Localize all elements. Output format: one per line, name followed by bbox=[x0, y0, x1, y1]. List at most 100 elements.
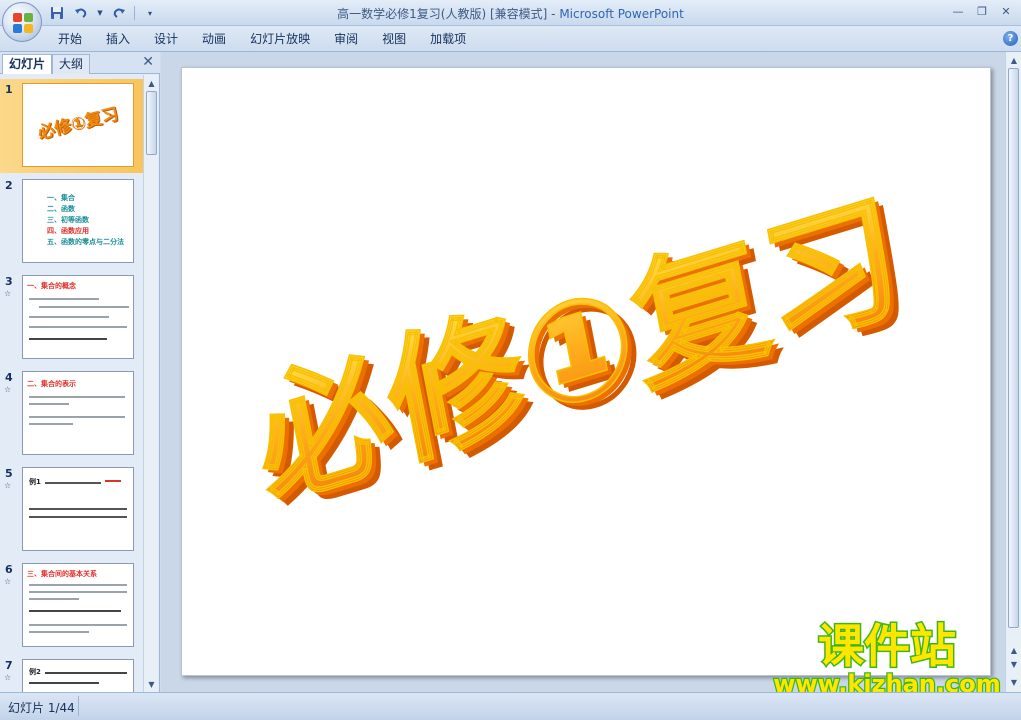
slide-thumbnail-2[interactable]: 一、集合 二、函数 三、初等函数 四、函数应用 五、函数的零点与二分法 bbox=[22, 179, 134, 263]
ribbon-tabs: 开始 插入 设计 动画 幻灯片放映 审阅 视图 加载项 ? bbox=[0, 26, 1021, 52]
text-line bbox=[39, 306, 129, 308]
document-title: 高一数学必修1复习(人教版) [兼容模式] bbox=[337, 7, 548, 21]
text-line bbox=[29, 396, 125, 398]
slide-thumbnail-5[interactable]: 例1 bbox=[22, 467, 134, 551]
scroll-down-icon[interactable]: ▼ bbox=[145, 677, 158, 691]
animation-star-icon: ☆ bbox=[4, 289, 12, 298]
close-button[interactable]: ✕ bbox=[995, 2, 1017, 20]
tab-insert[interactable]: 插入 bbox=[94, 26, 142, 52]
title-separator: - bbox=[547, 7, 560, 21]
tab-animations[interactable]: 动画 bbox=[190, 26, 238, 52]
animation-star-icon: ☆ bbox=[4, 481, 12, 490]
restore-button[interactable]: ❐ bbox=[971, 2, 993, 20]
text-line bbox=[29, 338, 107, 340]
wordart-face: 必修①复习 bbox=[243, 174, 913, 528]
toc-item-3: 三、初等函数 bbox=[47, 216, 89, 224]
thumbnail-row-1[interactable]: 1 必修①复习 bbox=[0, 79, 143, 173]
text-line bbox=[29, 508, 127, 510]
text-line bbox=[29, 624, 127, 626]
text-line bbox=[29, 591, 127, 593]
animation-star-icon: ☆ bbox=[4, 673, 12, 682]
thumbnail-number: 6 bbox=[5, 563, 13, 576]
text-line bbox=[29, 416, 125, 418]
text-line bbox=[29, 316, 109, 318]
thumbnail-heading: 二、集合的表示 bbox=[27, 380, 76, 388]
slides-pane-scrollbar[interactable]: ▲ ▼ bbox=[143, 75, 158, 692]
tab-home[interactable]: 开始 bbox=[46, 26, 94, 52]
text-line bbox=[45, 482, 101, 484]
thumbnail-heading: 一、集合的概念 bbox=[27, 282, 76, 290]
thumbnail-row-3[interactable]: 3 ☆ 一、集合的概念 bbox=[0, 271, 143, 365]
thumbnail-heading: 例2 bbox=[29, 668, 41, 676]
tab-design[interactable]: 设计 bbox=[142, 26, 190, 52]
thumbnail-number: 2 bbox=[5, 179, 13, 192]
text-line bbox=[29, 423, 73, 425]
thumbnail-number: 5 bbox=[5, 467, 13, 480]
watermark-name: 课件站 bbox=[818, 619, 956, 673]
thumbnail-row-5[interactable]: 5 ☆ 例1 bbox=[0, 463, 143, 557]
thumbnail-row-6[interactable]: 6 ☆ 三、集合间的基本关系 bbox=[0, 559, 143, 653]
minimize-button[interactable]: — bbox=[947, 2, 969, 20]
tab-addins[interactable]: 加载项 bbox=[418, 26, 478, 52]
thumbnail-number: 1 bbox=[5, 83, 13, 96]
toc-item-1: 一、集合 bbox=[47, 194, 75, 202]
office-button[interactable] bbox=[2, 2, 42, 42]
text-line bbox=[29, 631, 89, 633]
scroll-up-icon[interactable]: ▲ bbox=[145, 76, 158, 90]
tab-outline[interactable]: 大纲 bbox=[52, 54, 91, 74]
thumbnail-title: 必修①复习 bbox=[35, 104, 121, 144]
tab-slides[interactable]: 幻灯片 bbox=[2, 54, 53, 74]
thumbnail-list: 1 必修①复习 2 一、集合 二、函数 三、初等函数 四、函数应用 五、函数的零… bbox=[0, 75, 143, 692]
wordart-title[interactable]: 必修①复习 必修①复习 必修①复习 bbox=[182, 68, 992, 677]
text-line bbox=[29, 584, 127, 586]
toc-item-2: 二、函数 bbox=[47, 205, 75, 213]
pane-close-icon[interactable]: ✕ bbox=[142, 54, 154, 70]
scroll-up-icon[interactable]: ▲ bbox=[1007, 54, 1021, 66]
animation-star-icon: ☆ bbox=[4, 385, 12, 394]
text-line bbox=[29, 403, 69, 405]
thumbnail-row-4[interactable]: 4 ☆ 二、集合的表示 bbox=[0, 367, 143, 461]
slide-editing-area: 必修①复习 必修①复习 必修①复习 ▲ ▲ ▼ ▼ bbox=[161, 52, 1021, 692]
title-bar: ▼ ▾ 高一数学必修1复习(人教版) [兼容模式] - Microsoft Po… bbox=[0, 0, 1021, 26]
toc-item-4: 四、函数应用 bbox=[47, 227, 89, 235]
thumbnail-number: 3 bbox=[5, 275, 13, 288]
scrollbar-thumb[interactable] bbox=[146, 91, 157, 155]
text-line bbox=[29, 682, 99, 684]
thumbnail-row-7[interactable]: 7 ☆ 例2 bbox=[0, 655, 143, 692]
text-line bbox=[105, 480, 121, 482]
tab-list: 开始 插入 设计 动画 幻灯片放映 审阅 视图 加载项 bbox=[46, 26, 478, 52]
slide-counter: 幻灯片 1/44 bbox=[8, 701, 75, 715]
pane-tabs: 幻灯片 大纲 ✕ bbox=[0, 52, 160, 74]
status-separator bbox=[78, 696, 79, 716]
app-name: Microsoft PowerPoint bbox=[559, 7, 684, 21]
slide-thumbnail-1[interactable]: 必修①复习 bbox=[22, 83, 134, 167]
window-controls: — ❐ ✕ bbox=[947, 2, 1017, 20]
slides-pane: 幻灯片 大纲 ✕ 1 必修①复习 2 一、集合 二、函数 三、初等函数 四、函数… bbox=[0, 52, 160, 692]
tab-review[interactable]: 审阅 bbox=[322, 26, 370, 52]
thumbnail-heading: 三、集合间的基本关系 bbox=[27, 570, 97, 578]
thumbnail-heading: 例1 bbox=[29, 478, 41, 486]
office-logo-icon bbox=[13, 13, 33, 33]
current-slide[interactable]: 必修①复习 必修①复习 必修①复习 bbox=[181, 67, 991, 676]
slide-scrollbar[interactable]: ▲ ▲ ▼ ▼ bbox=[1005, 52, 1021, 692]
slide-thumbnail-3[interactable]: 一、集合的概念 bbox=[22, 275, 134, 359]
tab-view[interactable]: 视图 bbox=[370, 26, 418, 52]
help-icon[interactable]: ? bbox=[1003, 31, 1018, 46]
text-line bbox=[29, 516, 127, 518]
text-line bbox=[29, 610, 121, 612]
slide-thumbnail-7[interactable]: 例2 bbox=[22, 659, 134, 692]
toc-item-5: 五、函数的零点与二分法 bbox=[47, 238, 124, 246]
slide-thumbnail-6[interactable]: 三、集合间的基本关系 bbox=[22, 563, 134, 647]
text-line bbox=[29, 598, 79, 600]
text-line bbox=[45, 672, 127, 674]
scrollbar-thumb[interactable] bbox=[1008, 68, 1019, 628]
animation-star-icon: ☆ bbox=[4, 577, 12, 586]
tab-slideshow[interactable]: 幻灯片放映 bbox=[238, 26, 322, 52]
thumbnail-row-2[interactable]: 2 一、集合 二、函数 三、初等函数 四、函数应用 五、函数的零点与二分法 bbox=[0, 175, 143, 269]
thumbnail-number: 4 bbox=[5, 371, 13, 384]
watermark-logo: 课件站 www.kjzhan.com bbox=[772, 618, 1002, 698]
text-line bbox=[29, 326, 127, 328]
thumbnail-number: 7 bbox=[5, 659, 13, 672]
window-title: 高一数学必修1复习(人教版) [兼容模式] - Microsoft PowerP… bbox=[0, 5, 1021, 22]
slide-thumbnail-4[interactable]: 二、集合的表示 bbox=[22, 371, 134, 455]
